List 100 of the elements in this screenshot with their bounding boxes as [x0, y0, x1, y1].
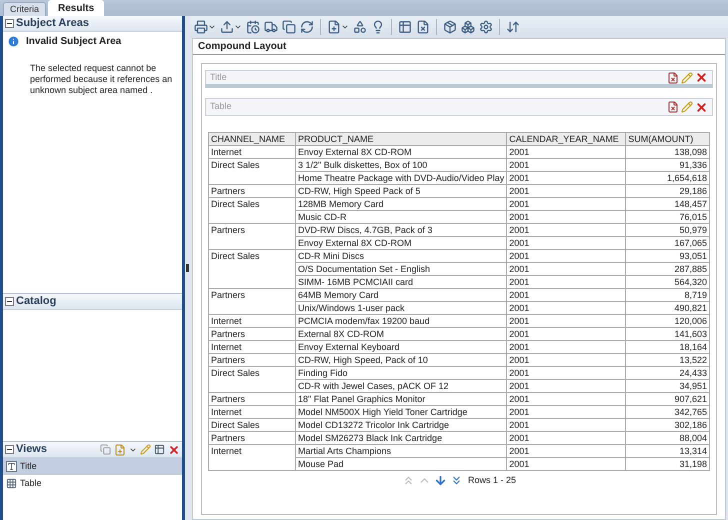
table-view-icon — [6, 478, 17, 489]
table-cell: Model CD13272 Tricolor Ink Cartridge — [296, 418, 507, 432]
table-cell: 907,621 — [626, 392, 710, 406]
section-title: Catalog — [16, 294, 56, 310]
table-cell: Partners — [208, 432, 296, 444]
copy-icon[interactable] — [282, 20, 296, 34]
new-view-icon[interactable] — [327, 20, 341, 34]
table-cell: 2001 — [506, 302, 626, 314]
view-label: Table — [20, 476, 42, 490]
table-cell: 2001 — [506, 198, 626, 210]
delete-icon[interactable] — [695, 100, 708, 114]
table-cell: 138,098 — [626, 146, 710, 158]
table-cell: Partners — [208, 354, 296, 366]
caret-icon[interactable] — [234, 23, 242, 31]
view-item[interactable]: Table — [3, 475, 182, 492]
table-cell: DVD-RW Discs, 4.7GB, Pack of 3 — [296, 224, 507, 236]
layout-title: Compound Layout — [198, 40, 286, 54]
table-cell: 490,821 — [626, 302, 710, 314]
table-cell: 141,603 — [626, 328, 710, 340]
delete-icon[interactable] — [695, 71, 708, 84]
table-cell: Music CD-R — [296, 210, 507, 224]
table-cell: 302,186 — [626, 418, 710, 432]
table-cell: 2001 — [506, 172, 626, 184]
export-icon[interactable] — [220, 20, 234, 34]
lightbulb-icon[interactable] — [371, 20, 385, 34]
table-cell: PCMCIA modem/fax 19200 baud — [296, 314, 507, 328]
table-cell: Envoy External 8X CD-ROM — [296, 236, 507, 250]
table-cell: CD-R Mini Discs — [296, 250, 507, 262]
table-cell: Internet — [208, 444, 296, 470]
table-cell: Martial Arts Champions — [296, 444, 507, 458]
caret-icon[interactable] — [208, 23, 216, 31]
section-title: Subject Areas — [16, 16, 89, 32]
view-item[interactable]: Title — [3, 458, 182, 475]
table-cell: 76,015 — [626, 210, 710, 224]
table-cell: Direct Sales — [208, 158, 296, 184]
delete-icon[interactable] — [168, 444, 180, 456]
next-page-icon[interactable] — [434, 474, 447, 488]
table-cell: Direct Sales — [208, 418, 296, 432]
duplicate-icon[interactable] — [100, 444, 111, 455]
view-label: Title — [20, 460, 37, 473]
table-cell: Unix/Windows 1-user pack — [296, 302, 507, 314]
table-cell: CD-R with Jewel Cases, pACK OF 12 — [296, 380, 507, 392]
refresh-icon[interactable] — [300, 20, 314, 34]
info-icon — [7, 35, 20, 48]
remove-icon[interactable] — [416, 20, 430, 34]
table-cell: 2001 — [506, 276, 626, 288]
table-cell: 2001 — [506, 210, 626, 224]
column-header: CALENDAR_YEAR_NAME — [506, 132, 626, 146]
shapes-icon[interactable] — [353, 20, 367, 34]
table-cell: 31,198 — [626, 458, 710, 470]
table-icon[interactable] — [398, 20, 412, 34]
table-cell: 18,164 — [626, 340, 710, 354]
table-cell: Mouse Pad — [296, 458, 507, 470]
table-cell: Partners — [208, 288, 296, 314]
table-cell: 2001 — [506, 158, 626, 172]
boxes-icon[interactable] — [461, 20, 475, 34]
view-bar-title: Title — [210, 70, 227, 84]
table-cell: 2001 — [506, 314, 626, 328]
caret-icon[interactable] — [341, 23, 349, 31]
table-cell: SIMM- 16MB PCMCIAII card — [296, 276, 507, 288]
truck-icon[interactable] — [264, 20, 278, 34]
error-title: Invalid Subject Area — [26, 35, 122, 49]
collapse-icon[interactable] — [5, 19, 14, 28]
splitter-handle[interactable] — [186, 264, 189, 272]
column-header: PRODUCT_NAME — [296, 132, 507, 146]
table-cell: 2001 — [506, 354, 626, 366]
table-cell: Internet — [208, 314, 296, 328]
table-cell: 128MB Memory Card — [296, 198, 507, 210]
view-icon[interactable] — [154, 444, 165, 455]
table-cell: 2001 — [506, 406, 626, 418]
column-header: SUM(AMOUNT) — [626, 132, 710, 146]
tab[interactable]: Results — [48, 0, 104, 16]
printer-icon[interactable] — [194, 20, 208, 34]
table-cell: Internet — [208, 146, 296, 158]
table-cell: 8,719 — [626, 288, 710, 302]
table-cell: 13,522 — [626, 354, 710, 366]
calendar-icon[interactable] — [246, 20, 260, 34]
table-cell: Finding Fido — [296, 366, 507, 380]
table-cell: 2001 — [506, 288, 626, 302]
tab[interactable]: Criteria — [3, 2, 46, 16]
collapse-icon[interactable] — [5, 445, 14, 454]
table-cell: 2001 — [506, 458, 626, 470]
rows-label: Rows 1 - 25 — [468, 474, 516, 487]
table-cell: 2001 — [506, 262, 626, 276]
table-cell: 2001 — [506, 328, 626, 340]
table-cell: 3 1/2" Bulk diskettes, Box of 100 — [296, 158, 507, 172]
table-cell: Internet — [208, 340, 296, 354]
collapse-icon[interactable] — [5, 297, 14, 306]
sort-icon[interactable] — [506, 20, 520, 34]
table-cell: 2001 — [506, 366, 626, 380]
table-cell: 148,457 — [626, 198, 710, 210]
table-cell: 287,885 — [626, 262, 710, 276]
table-cell: 2001 — [506, 380, 626, 392]
column-header: CHANNEL_NAME — [208, 132, 296, 146]
table-cell: Partners — [208, 224, 296, 250]
table-cell: Direct Sales — [208, 366, 296, 392]
settings-icon[interactable] — [479, 20, 493, 34]
package-icon[interactable] — [443, 20, 457, 34]
table-cell: 91,336 — [626, 158, 710, 172]
table-cell: 2001 — [506, 250, 626, 262]
